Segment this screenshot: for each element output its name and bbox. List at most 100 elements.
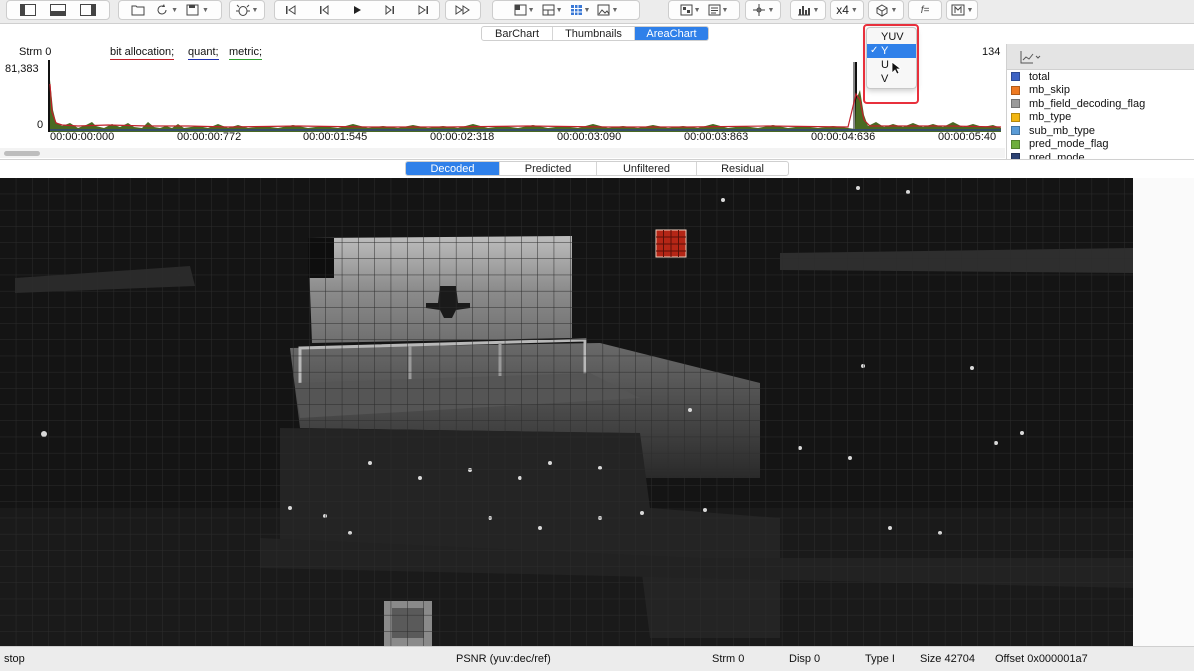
image-icon[interactable] — [597, 4, 610, 16]
legend-item-mb-field-decoding-flag[interactable]: mb_field_decoding_flag — [1011, 97, 1145, 110]
reload-icon[interactable] — [155, 4, 169, 16]
time-tick: 00:00:01:545 — [303, 131, 368, 143]
doc-icon[interactable] — [708, 4, 721, 16]
skip-start-icon[interactable] — [285, 5, 297, 15]
chevron-down-icon: ▼ — [767, 6, 775, 14]
chevron-down-icon: ▼ — [850, 6, 858, 14]
bug-icon — [235, 4, 250, 16]
fast-forward-button[interactable] — [445, 0, 481, 20]
chart-tabs: BarChart Thumbnails AreaChart — [481, 26, 709, 41]
debug-button[interactable]: ▼ — [229, 0, 265, 20]
step-back-icon[interactable] — [318, 5, 330, 15]
chevron-down-icon: ▼ — [251, 6, 259, 14]
chevron-down-icon: ▼ — [966, 6, 974, 14]
table-icon[interactable] — [570, 4, 583, 16]
playback-state: stop — [4, 653, 25, 665]
motion-button[interactable]: ▼ — [745, 0, 781, 20]
chevron-down-icon[interactable]: ▼ — [722, 7, 729, 14]
move-icon — [752, 4, 766, 16]
chevron-down-icon[interactable]: ▼ — [694, 7, 701, 14]
time-tick: 00:00:04:636 — [811, 131, 876, 143]
legend-swatch — [1011, 139, 1020, 149]
tab-unfiltered[interactable]: Unfiltered — [597, 162, 697, 175]
chevron-down-icon: ▼ — [890, 6, 898, 14]
scrollbar-thumb[interactable] — [4, 151, 40, 156]
function-button[interactable]: f= — [908, 0, 942, 20]
legend-item-sub-mb-type[interactable]: sub_mb_type — [1011, 124, 1095, 137]
playback-group — [274, 0, 440, 20]
series-metric[interactable]: metric; — [229, 46, 262, 60]
decoded-frame-image — [0, 178, 1133, 646]
psnr-label: PSNR (yuv:dec/ref) — [456, 653, 551, 665]
time-tick: 00:00:02:318 — [430, 131, 495, 143]
function-icon: f= — [920, 4, 930, 16]
series-quant[interactable]: quant; — [188, 46, 219, 60]
legend-swatch — [1011, 112, 1020, 122]
legend-item-pred-mode-flag[interactable]: pred_mode_flag — [1011, 138, 1109, 151]
color-component-button[interactable]: ▼ — [868, 0, 904, 20]
chevron-down-icon[interactable]: ▼ — [556, 7, 563, 14]
legend-header — [1007, 44, 1194, 70]
chevron-down-icon[interactable]: ▼ — [528, 7, 535, 14]
chevron-down-icon[interactable]: ▼ — [202, 7, 209, 14]
histogram-button[interactable]: ▼ — [790, 0, 826, 20]
step-forward-icon[interactable] — [384, 5, 396, 15]
save-icon[interactable] — [186, 4, 200, 16]
merge-button[interactable]: ▼ — [946, 0, 978, 20]
frame-count: 134 — [982, 46, 1001, 58]
chevron-down-icon[interactable]: ▼ — [611, 7, 618, 14]
area-chart[interactable] — [48, 60, 1003, 132]
display-status: Disp 0 — [789, 653, 821, 665]
folder-icon[interactable] — [131, 4, 145, 16]
time-tick: 00:00:00:772 — [177, 131, 242, 143]
layout-icon[interactable] — [542, 4, 555, 16]
legend-swatch — [1011, 99, 1020, 108]
legend-swatch — [1011, 72, 1020, 81]
time-tick: 00:00:03:863 — [684, 131, 749, 143]
tab-areachart[interactable]: AreaChart — [635, 27, 708, 40]
legend-label: total — [1029, 70, 1050, 83]
legend-item-mb-skip[interactable]: mb_skip — [1011, 84, 1070, 97]
tab-predicted[interactable]: Predicted — [500, 162, 597, 175]
metric-area — [50, 80, 1001, 132]
play-icon[interactable] — [351, 5, 363, 15]
horizontal-scrollbar[interactable] — [0, 148, 1005, 158]
file-group: ▼ ▼ — [118, 0, 222, 20]
chevron-down-icon: ▼ — [812, 6, 820, 14]
legend-swatch — [1011, 85, 1020, 95]
legend-item-total[interactable]: total — [1011, 70, 1050, 83]
toolbar: ▼ ▼ ▼ ▼ ▼ ▼ ▼ ▼ ▼ ▼ ▼ x4 ▼ ▼ f= ▼ — [0, 0, 1194, 24]
line-chart-icon[interactable] — [1020, 50, 1042, 67]
overlay-group: ▼ ▼ ▼ ▼ — [492, 0, 640, 20]
grid-icon[interactable] — [514, 4, 527, 16]
legend-label: mb_type — [1029, 111, 1072, 123]
sidebar-right-icon[interactable] — [80, 4, 96, 16]
tab-residual[interactable]: Residual — [697, 162, 788, 175]
divider — [0, 159, 1194, 160]
legend-label: mb_skip — [1029, 84, 1070, 96]
tab-barchart[interactable]: BarChart — [482, 27, 553, 40]
time-tick: 00:00:03:090 — [557, 131, 622, 143]
zoom-select[interactable]: x4 ▼ — [830, 0, 864, 20]
selected-macroblock[interactable] — [655, 229, 687, 258]
stream-label: Strm 0 — [19, 46, 52, 58]
chevron-down-icon[interactable]: ▼ — [171, 7, 178, 14]
status-bar: stop PSNR (yuv:dec/ref) Strm 0 Disp 0 Ty… — [0, 646, 1194, 671]
chevron-down-icon[interactable]: ▼ — [584, 7, 591, 14]
legend-item-mb-type[interactable]: mb_type — [1011, 111, 1071, 124]
zoom-label: x4 — [836, 3, 849, 17]
skip-end-icon[interactable] — [417, 5, 429, 15]
video-frame[interactable] — [0, 178, 1133, 646]
view-group — [6, 0, 110, 20]
series-bit-allocation[interactable]: bit allocation; — [110, 46, 175, 60]
frame-cursor[interactable] — [48, 60, 50, 132]
panel-bottom-icon[interactable] — [50, 4, 66, 16]
tab-thumbnails[interactable]: Thumbnails — [553, 27, 635, 40]
sidebar-left-icon[interactable] — [20, 4, 36, 16]
legend-swatch — [1011, 126, 1020, 135]
histogram-icon — [797, 4, 811, 16]
legend-label: sub_mb_type — [1029, 124, 1096, 137]
block-icon[interactable] — [680, 4, 693, 16]
tab-decoded[interactable]: Decoded — [406, 162, 500, 175]
legend-panel: total mb_skip mb_field_decoding_flag mb_typ… — [1006, 44, 1194, 160]
